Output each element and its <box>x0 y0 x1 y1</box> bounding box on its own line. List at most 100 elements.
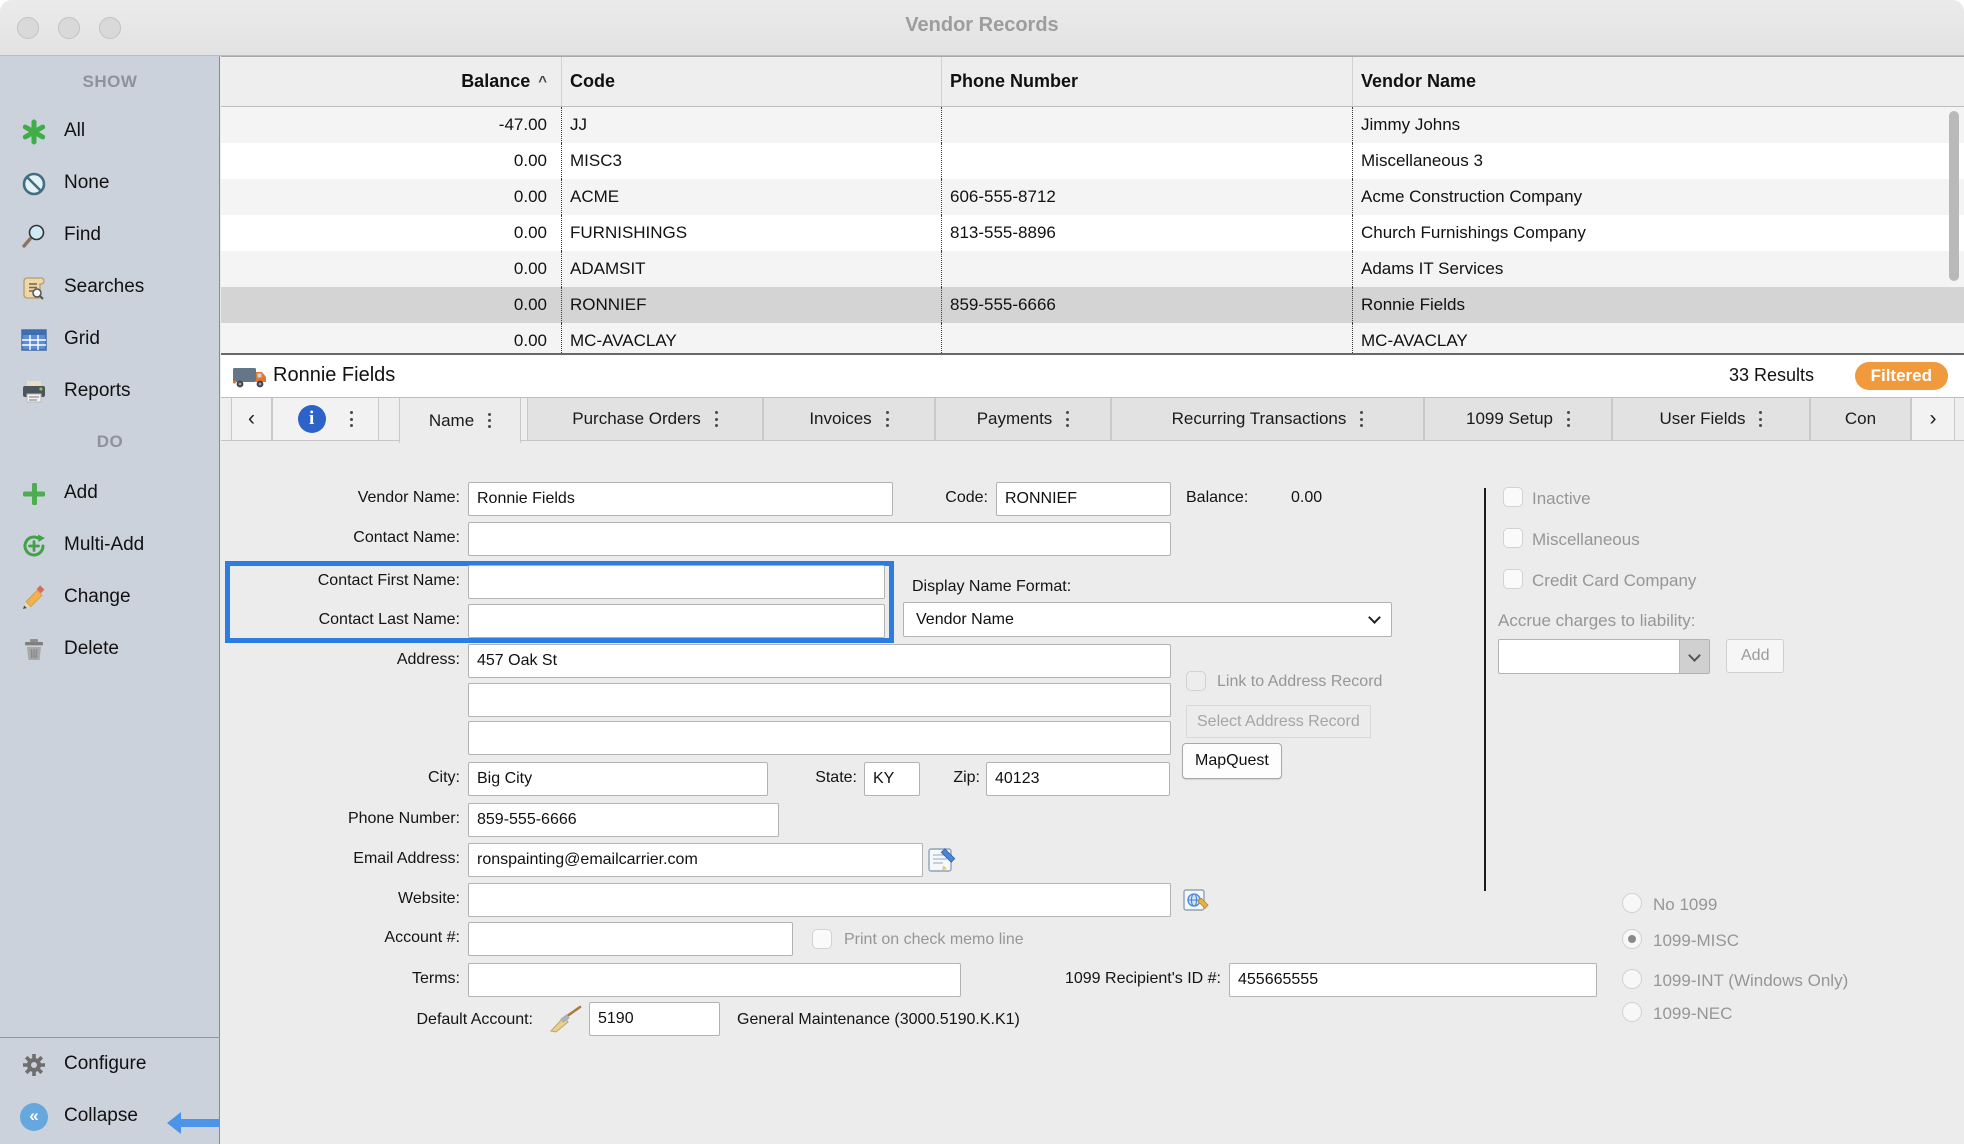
account-lookup-broom-icon[interactable] <box>547 1004 583 1039</box>
open-website-icon[interactable] <box>1182 887 1210 919</box>
default-account-label: Default Account: <box>303 1011 533 1029</box>
sidebar-item-change[interactable]: Change <box>0 581 220 615</box>
table-scrollbar[interactable] <box>1949 109 1959 349</box>
vendor-name-label: Vendor Name: <box>230 489 460 507</box>
column-header-phone[interactable]: Phone Number <box>941 57 1352 106</box>
sidebar-item-label: None <box>64 172 109 194</box>
contact-last-name-field[interactable] <box>468 604 885 638</box>
tab-name[interactable]: Name <box>399 398 521 443</box>
table-row[interactable]: 0.00FURNISHINGS813-555-8896Church Furnis… <box>221 215 1964 251</box>
show-section-header: SHOW <box>0 72 220 92</box>
filtered-badge[interactable]: Filtered <box>1855 362 1948 390</box>
credit-card-company-label: Credit Card Company <box>1532 571 1696 591</box>
record-name: Ronnie Fields <box>273 364 395 387</box>
balance-label: Balance: <box>1186 489 1248 507</box>
sidebar-item-all[interactable]: All <box>0 115 220 149</box>
tab-payments[interactable]: Payments <box>935 398 1111 440</box>
sidebar-item-label: Grid <box>64 328 100 350</box>
sidebar-item-searches[interactable]: Searches <box>0 271 220 305</box>
sidebar-item-label: Searches <box>64 276 144 298</box>
radio-1099-misc-label: 1099-MISC <box>1653 931 1739 951</box>
zip-label: Zip: <box>830 769 980 787</box>
table-row-selected[interactable]: 0.00RONNIEF859-555-6666Ronnie Fields <box>221 287 1964 323</box>
tab-1099-setup[interactable]: 1099 Setup <box>1424 398 1612 440</box>
miscellaneous-checkbox[interactable] <box>1503 528 1523 548</box>
default-account-description: General Maintenance (3000.5190.K.K1) <box>737 1011 1020 1029</box>
sidebar-item-add[interactable]: Add <box>0 477 220 511</box>
address-line3-field[interactable] <box>468 721 1171 755</box>
table-row[interactable]: 0.00ADAMSITAdams IT Services <box>221 251 1964 287</box>
sidebar-item-multi-add[interactable]: Multi-Add <box>0 529 220 563</box>
scrollbar-thumb[interactable] <box>1949 111 1959 281</box>
table-row[interactable]: 0.00MC-AVACLAYMC-AVACLAY <box>221 323 1964 355</box>
table-row[interactable]: 0.00ACME606-555-8712Acme Construction Co… <box>221 179 1964 215</box>
tab-invoices[interactable]: Invoices <box>763 398 935 440</box>
sidebar-item-label: Configure <box>64 1053 146 1075</box>
accrue-add-button[interactable]: Add <box>1726 639 1784 673</box>
tab-options-icon[interactable] <box>886 410 889 429</box>
sidebar-item-configure[interactable]: Configure <box>0 1048 220 1082</box>
sidebar-item-find[interactable]: Find <box>0 219 220 253</box>
address-line1-field[interactable]: 457 Oak St <box>468 644 1171 678</box>
info-icon: i <box>298 405 326 433</box>
tab-options-icon[interactable] <box>350 410 353 429</box>
tab-purchase-orders[interactable]: Purchase Orders <box>527 398 763 440</box>
select-address-record-button[interactable]: Select Address Record <box>1186 705 1371 738</box>
tab-options-icon[interactable] <box>1759 410 1762 429</box>
default-account-field[interactable]: 5190 <box>589 1002 720 1036</box>
tab-recurring-transactions[interactable]: Recurring Transactions <box>1111 398 1424 440</box>
credit-card-company-checkbox[interactable] <box>1503 569 1523 589</box>
email-address-label: Email Address: <box>230 850 460 868</box>
link-address-checkbox[interactable] <box>1186 671 1206 691</box>
website-field[interactable] <box>468 883 1171 917</box>
phone-number-label: Phone Number: <box>230 810 460 828</box>
recipient-id-field[interactable]: 455665555 <box>1229 963 1597 997</box>
inactive-checkbox[interactable] <box>1503 487 1523 507</box>
city-label: City: <box>230 769 460 787</box>
sidebar-item-none[interactable]: None <box>0 167 220 201</box>
tab-info[interactable]: i <box>272 398 379 440</box>
contact-first-name-field[interactable] <box>468 565 885 599</box>
column-header-balance[interactable]: Balance ^ <box>221 71 561 92</box>
phone-number-field[interactable]: 859-555-6666 <box>468 803 779 837</box>
tab-options-icon[interactable] <box>488 411 491 430</box>
website-label: Website: <box>230 890 460 908</box>
sidebar-item-grid[interactable]: Grid <box>0 323 220 357</box>
tab-user-fields[interactable]: User Fields <box>1612 398 1810 440</box>
tabs-scroll-left-button[interactable]: ‹ <box>231 398 272 440</box>
accrue-liability-select[interactable] <box>1498 639 1710 674</box>
print-on-memo-label: Print on check memo line <box>844 931 1024 949</box>
tab-options-icon[interactable] <box>715 410 718 429</box>
compose-email-icon[interactable] <box>927 845 958 880</box>
radio-1099-int[interactable] <box>1622 969 1642 989</box>
address-line2-field[interactable] <box>468 683 1171 717</box>
sidebar-item-reports[interactable]: Reports <box>0 375 220 409</box>
radio-1099-misc-selected[interactable] <box>1622 929 1642 949</box>
mapquest-button[interactable]: MapQuest <box>1182 743 1282 779</box>
column-header-vendor[interactable]: Vendor Name <box>1352 57 1964 106</box>
magnifier-icon <box>20 222 48 250</box>
radio-no-1099[interactable] <box>1622 893 1642 913</box>
radio-1099-nec[interactable] <box>1622 1002 1642 1022</box>
tabs-scroll-right-button[interactable]: › <box>1911 398 1955 440</box>
table-row[interactable]: -47.00JJJimmy Johns <box>221 107 1964 143</box>
display-name-format-select[interactable]: Vendor Name <box>903 602 1392 637</box>
tab-options-icon[interactable] <box>1567 410 1570 429</box>
tab-options-icon[interactable] <box>1066 410 1069 429</box>
code-field[interactable]: RONNIEF <box>996 482 1171 516</box>
tab-contacts-truncated[interactable]: Con <box>1810 398 1911 440</box>
sidebar-item-collapse[interactable]: « Collapse <box>0 1100 220 1134</box>
recipient-id-label: 1099 Recipient's ID #: <box>971 970 1221 988</box>
terms-field[interactable] <box>468 963 961 997</box>
tab-options-icon[interactable] <box>1360 410 1363 429</box>
table-row[interactable]: 0.00MISC3Miscellaneous 3 <box>221 143 1964 179</box>
zip-field[interactable]: 40123 <box>986 762 1170 796</box>
print-on-memo-checkbox[interactable] <box>812 929 832 949</box>
grid-icon <box>20 326 48 354</box>
sidebar-item-delete[interactable]: Delete <box>0 633 220 667</box>
contact-name-field[interactable] <box>468 522 1171 556</box>
radio-1099-nec-label: 1099-NEC <box>1653 1004 1732 1024</box>
account-number-field[interactable] <box>468 922 793 956</box>
column-header-code[interactable]: Code <box>561 57 941 106</box>
email-address-field[interactable]: ronspainting@emailcarrier.com <box>468 843 923 877</box>
